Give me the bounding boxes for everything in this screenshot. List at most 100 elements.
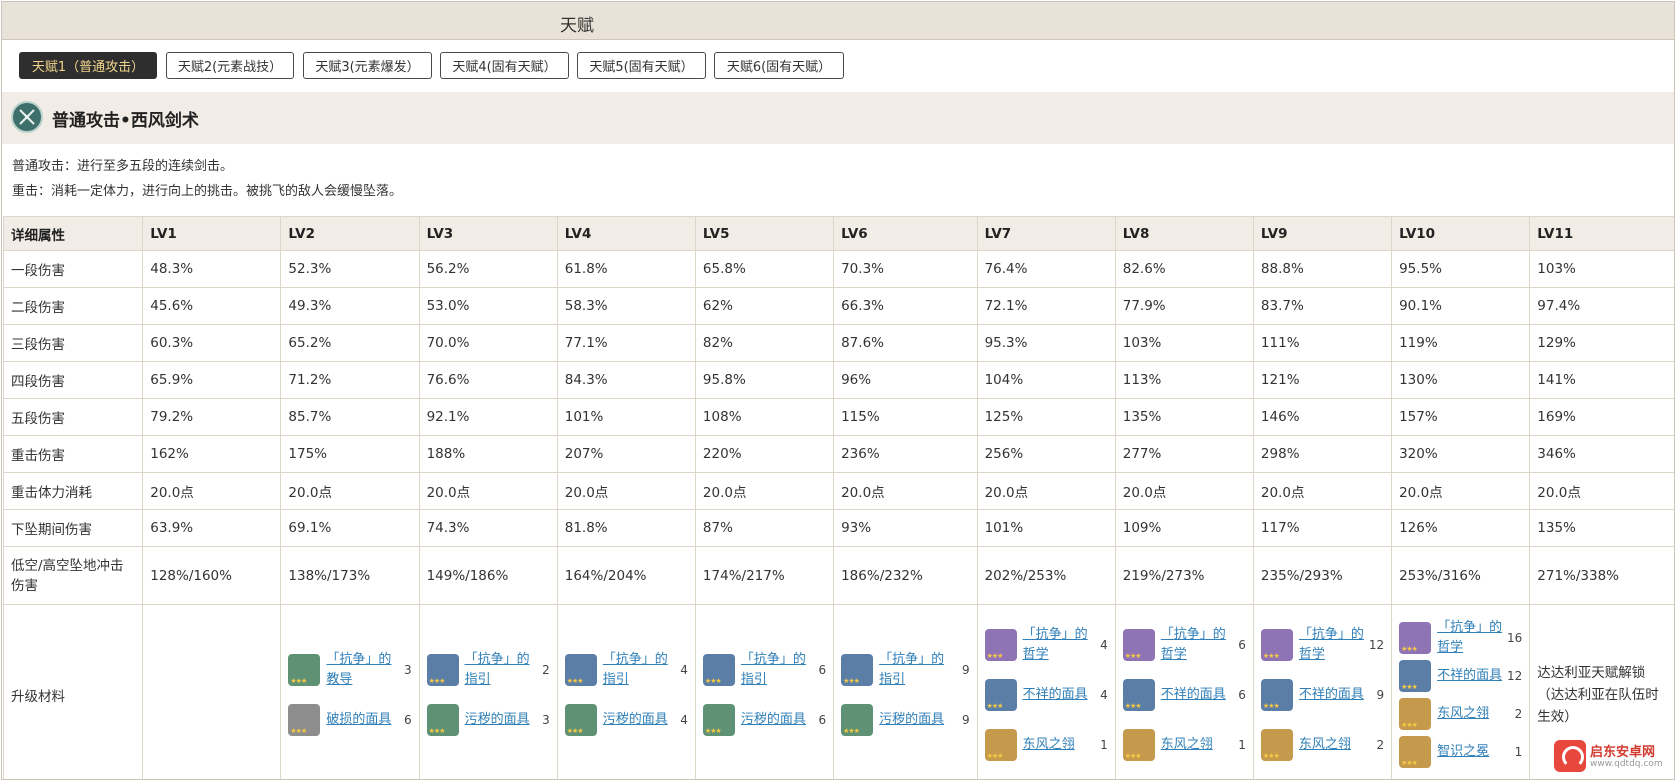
material-link[interactable]: 「抗争」的指引 xyxy=(879,650,951,690)
rarity-stars-icon: ★★★ xyxy=(566,676,584,685)
material-link[interactable]: 东风之翎 xyxy=(1299,735,1371,755)
material-book-icon[interactable]: ★★★ xyxy=(702,653,735,686)
table-cell: 175% xyxy=(280,435,420,473)
materials-cell: ★★★ 「抗争」的指引 9 ★★★ 污秽的面具 9 xyxy=(833,604,978,779)
material-item: ★★★ 不祥的面具 6 xyxy=(1122,673,1246,717)
material-link[interactable]: 智识之冕 xyxy=(1437,742,1509,762)
material-link[interactable]: 「抗争」的指引 xyxy=(741,650,813,690)
material-link[interactable]: 不祥的面具 xyxy=(1437,666,1509,686)
tab-talent-6[interactable]: 天赋6(固有天赋） xyxy=(714,52,844,79)
table-cell: 188% xyxy=(418,435,558,473)
material-mask-icon[interactable]: ★★★ xyxy=(426,703,459,736)
row-label: 三段伤害 xyxy=(2,324,144,362)
material-feather-icon[interactable]: ★★★ xyxy=(984,728,1017,761)
material-mask-icon[interactable]: ★★★ xyxy=(1260,678,1293,711)
tab-talent-2[interactable]: 天赋2(元素战技） xyxy=(166,52,294,79)
header-attribute: 详细属性 xyxy=(2,216,144,251)
material-item: ★★★ 「抗争」的哲学 6 xyxy=(1122,623,1246,667)
table-cell: 20.0点 xyxy=(418,472,558,510)
tab-talent-3[interactable]: 天赋3(元素爆发） xyxy=(303,52,432,79)
table-cell: 20.0点 xyxy=(1114,472,1254,510)
material-book-icon[interactable]: ★★★ xyxy=(564,653,597,686)
table-cell: 92.1% xyxy=(418,398,558,436)
material-list: ★★★ 「抗争」的指引 6 ★★★ 污秽的面具 6 xyxy=(702,648,826,742)
material-mask-icon[interactable]: ★★★ xyxy=(288,703,321,736)
material-mask-icon[interactable]: ★★★ xyxy=(564,703,597,736)
material-link[interactable]: 「抗争」的教导 xyxy=(326,650,398,690)
row-label: 一段伤害 xyxy=(2,250,144,288)
table-cell: 103% xyxy=(1114,324,1254,362)
material-count: 6 xyxy=(1238,687,1246,702)
material-link[interactable]: 污秽的面具 xyxy=(879,710,951,730)
table-cell: 346% xyxy=(1529,435,1674,473)
material-link[interactable]: 「抗争」的哲学 xyxy=(1437,618,1509,658)
crossed-swords-icon xyxy=(11,101,43,133)
material-book-icon[interactable]: ★★★ xyxy=(841,653,874,686)
material-link[interactable]: 污秽的面具 xyxy=(465,710,537,730)
talent-stats-table: 详细属性 LV1 LV2 LV3 LV4 LV5 LV6 LV7 LV8 LV9 LV10 LV11 … xyxy=(2,216,1674,779)
material-book-icon[interactable]: ★★★ xyxy=(426,653,459,686)
material-item: ★★★ 「抗争」的指引 9 xyxy=(841,648,970,692)
material-mask-icon[interactable]: ★★★ xyxy=(1122,678,1155,711)
table-cell: 77.1% xyxy=(556,324,696,362)
rarity-stars-icon: ★★★ xyxy=(986,651,1004,660)
table-row: 三段伤害 60.3% 65.2% 70.0% 77.1% 82% 87.6% 95.3% 103… xyxy=(2,324,1674,362)
material-link[interactable]: 「抗争」的哲学 xyxy=(1299,625,1371,665)
table-cell: 79.2% xyxy=(142,398,282,436)
table-row: 重击体力消耗 20.0点 20.0点 20.0点 20.0点 20.0点 20.0点 20.0… xyxy=(2,472,1674,510)
table-cell: 157% xyxy=(1391,398,1531,436)
material-link[interactable]: 破损的面具 xyxy=(326,710,398,730)
table-cell: 90.1% xyxy=(1391,287,1531,325)
table-cell: 169% xyxy=(1529,398,1674,436)
table-cell: 138%/173% xyxy=(280,546,420,605)
material-link[interactable]: 东风之翎 xyxy=(1437,704,1509,724)
rarity-stars-icon: ★★★ xyxy=(1124,751,1142,760)
table-cell: 119% xyxy=(1391,324,1531,362)
material-link[interactable]: 污秽的面具 xyxy=(741,710,813,730)
material-book-icon[interactable]: ★★★ xyxy=(1260,628,1293,661)
tab-talent-1[interactable]: 天赋1（普通攻击） xyxy=(19,52,157,79)
material-link[interactable]: 不祥的面具 xyxy=(1299,685,1371,705)
material-feather-icon[interactable]: ★★★ xyxy=(1260,728,1293,761)
row-label: 重击体力消耗 xyxy=(2,472,144,510)
material-mask-icon[interactable]: ★★★ xyxy=(841,703,874,736)
material-mask-icon[interactable]: ★★★ xyxy=(1399,659,1432,692)
material-book-icon[interactable]: ★★★ xyxy=(1122,628,1155,661)
material-link[interactable]: 不祥的面具 xyxy=(1161,685,1233,705)
material-link[interactable]: 污秽的面具 xyxy=(603,710,675,730)
material-link[interactable]: 「抗争」的指引 xyxy=(603,650,675,690)
material-book-icon[interactable]: ★★★ xyxy=(288,653,321,686)
table-cell: 109% xyxy=(1114,509,1254,547)
table-row: 二段伤害 45.6% 49.3% 53.0% 58.3% 62% 66.3% 72.1% 77.… xyxy=(2,287,1674,325)
material-feather-icon[interactable]: ★★★ xyxy=(1122,728,1155,761)
rarity-stars-icon: ★★★ xyxy=(290,726,307,735)
material-book-icon[interactable]: ★★★ xyxy=(984,628,1017,661)
table-cell: 207% xyxy=(556,435,696,473)
material-link[interactable]: 东风之翎 xyxy=(1023,735,1095,755)
material-mask-icon[interactable]: ★★★ xyxy=(984,678,1017,711)
material-crown-icon[interactable]: ★★★ xyxy=(1399,735,1432,768)
table-cell: 219%/273% xyxy=(1114,546,1254,605)
table-cell: 20.0点 xyxy=(833,472,978,510)
table-cell: 76.6% xyxy=(418,361,558,399)
table-cell: 81.8% xyxy=(556,509,696,547)
rarity-stars-icon: ★★★ xyxy=(1401,644,1418,653)
watermark-url: www.qdtdq.com xyxy=(1590,759,1663,769)
material-mask-icon[interactable]: ★★★ xyxy=(702,703,735,736)
material-feather-icon[interactable]: ★★★ xyxy=(1399,697,1432,730)
rarity-stars-icon: ★★★ xyxy=(986,701,1004,710)
material-count: 16 xyxy=(1506,630,1523,645)
table-cell: 101% xyxy=(556,398,696,436)
material-link[interactable]: 「抗争」的哲学 xyxy=(1161,625,1233,665)
table-cell: 20.0点 xyxy=(556,472,696,510)
rarity-stars-icon: ★★★ xyxy=(704,726,722,735)
tab-talent-4[interactable]: 天赋4(固有天赋） xyxy=(440,52,569,79)
table-cell: 96% xyxy=(833,361,978,399)
material-link[interactable]: 「抗争」的哲学 xyxy=(1023,625,1095,665)
material-item: ★★★ 东风之翎 2 xyxy=(1260,723,1384,767)
material-link[interactable]: 不祥的面具 xyxy=(1023,685,1095,705)
material-book-icon[interactable]: ★★★ xyxy=(1399,621,1432,654)
tab-talent-5[interactable]: 天赋5(固有天赋） xyxy=(577,52,706,79)
material-link[interactable]: 「抗争」的指引 xyxy=(465,650,537,690)
material-link[interactable]: 东风之翎 xyxy=(1161,735,1233,755)
